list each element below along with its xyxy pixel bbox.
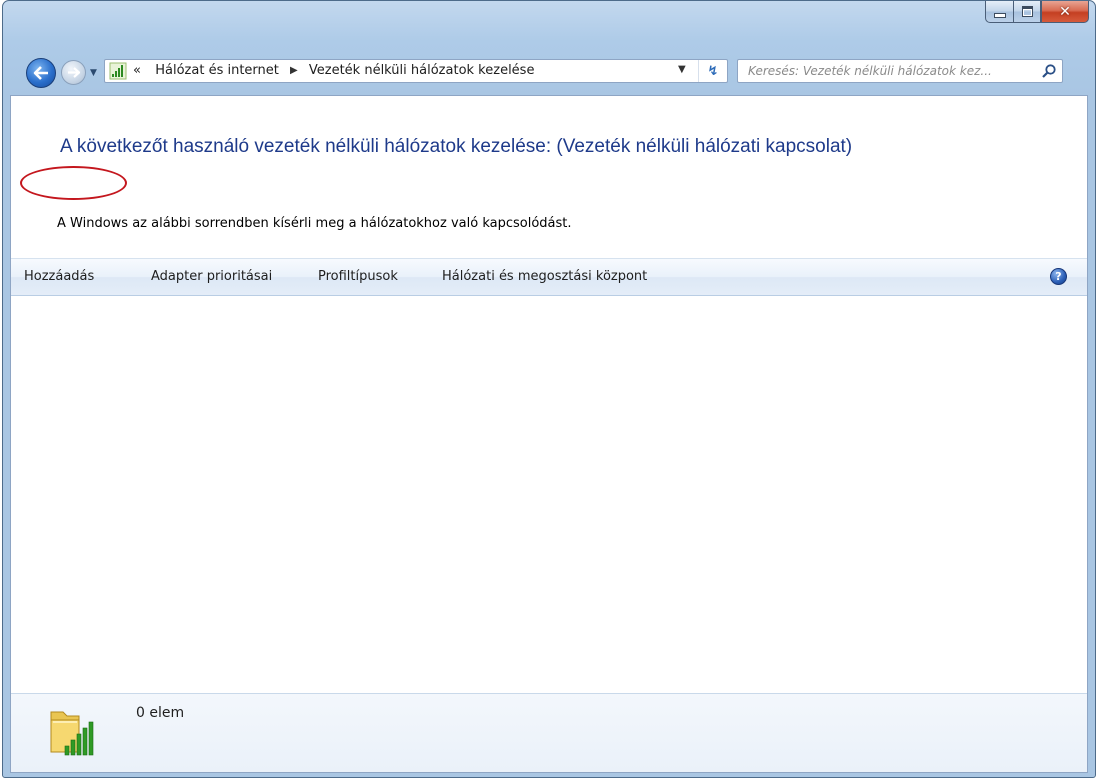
network-list[interactable] — [11, 296, 1087, 694]
command-bar: Hozzáadás Adapter prioritásai Profiltípu… — [11, 258, 1087, 296]
refresh-icon: ↯ — [707, 63, 719, 79]
explorer-window: ✕ ▼ « Hálózat és internet ▶ Vezeték nélk… — [2, 0, 1096, 778]
page-title: A következőt használó vezeték nélküli há… — [60, 136, 853, 157]
close-button[interactable]: ✕ — [1041, 1, 1089, 23]
item-count: 0 elem — [136, 705, 185, 721]
address-bar[interactable]: « Hálózat és internet ▶ Vezeték nélküli … — [104, 59, 728, 83]
breadcrumb-overflow[interactable]: « — [133, 63, 141, 78]
forward-button[interactable] — [61, 60, 86, 85]
search-input[interactable]: Keresés: Vezeték nélküli hálózatok kez..… — [748, 64, 992, 78]
network-sharing-center-button[interactable]: Hálózati és megosztási központ — [442, 269, 647, 284]
refresh-button[interactable]: ↯ — [698, 60, 727, 82]
close-icon: ✕ — [1059, 3, 1071, 20]
minimize-button[interactable] — [985, 1, 1013, 23]
details-pane: 0 elem — [11, 693, 1087, 772]
minimize-icon — [993, 13, 1006, 18]
navigation-bar: ▼ « Hálózat és internet ▶ Vezeték nélkül… — [3, 55, 1095, 95]
network-signal-icon — [109, 62, 127, 80]
page-description: A Windows az alábbi sorrendben kísérli m… — [57, 216, 572, 231]
add-button[interactable]: Hozzáadás — [24, 269, 94, 284]
client-area: A következőt használó vezeték nélküli há… — [10, 95, 1088, 773]
address-dropdown[interactable]: ▼ — [678, 64, 686, 75]
wireless-folder-icon — [50, 711, 94, 756]
search-box[interactable]: Keresés: Vezeték nélküli hálózatok kez..… — [737, 59, 1063, 83]
caption-buttons: ✕ — [985, 1, 1089, 24]
search-icon[interactable] — [1041, 63, 1057, 79]
breadcrumb-separator-icon[interactable]: ▶ — [290, 65, 298, 76]
breadcrumb: « Hálózat és internet ▶ Vezeték nélküli … — [133, 63, 534, 78]
breadcrumb-manage-wireless[interactable]: Vezeték nélküli hálózatok kezelése — [309, 63, 535, 78]
adapter-priorities-button[interactable]: Adapter prioritásai — [151, 269, 272, 284]
recent-pages-dropdown[interactable]: ▼ — [90, 68, 97, 78]
back-arrow-icon — [33, 66, 48, 80]
profile-types-button[interactable]: Profiltípusok — [318, 269, 398, 284]
breadcrumb-network-internet[interactable]: Hálózat és internet — [155, 63, 279, 78]
back-button[interactable] — [26, 58, 56, 88]
maximize-icon — [1021, 6, 1033, 17]
maximize-button[interactable] — [1013, 1, 1041, 23]
help-icon[interactable]: ? — [1050, 268, 1067, 285]
forward-arrow-icon — [68, 67, 80, 78]
